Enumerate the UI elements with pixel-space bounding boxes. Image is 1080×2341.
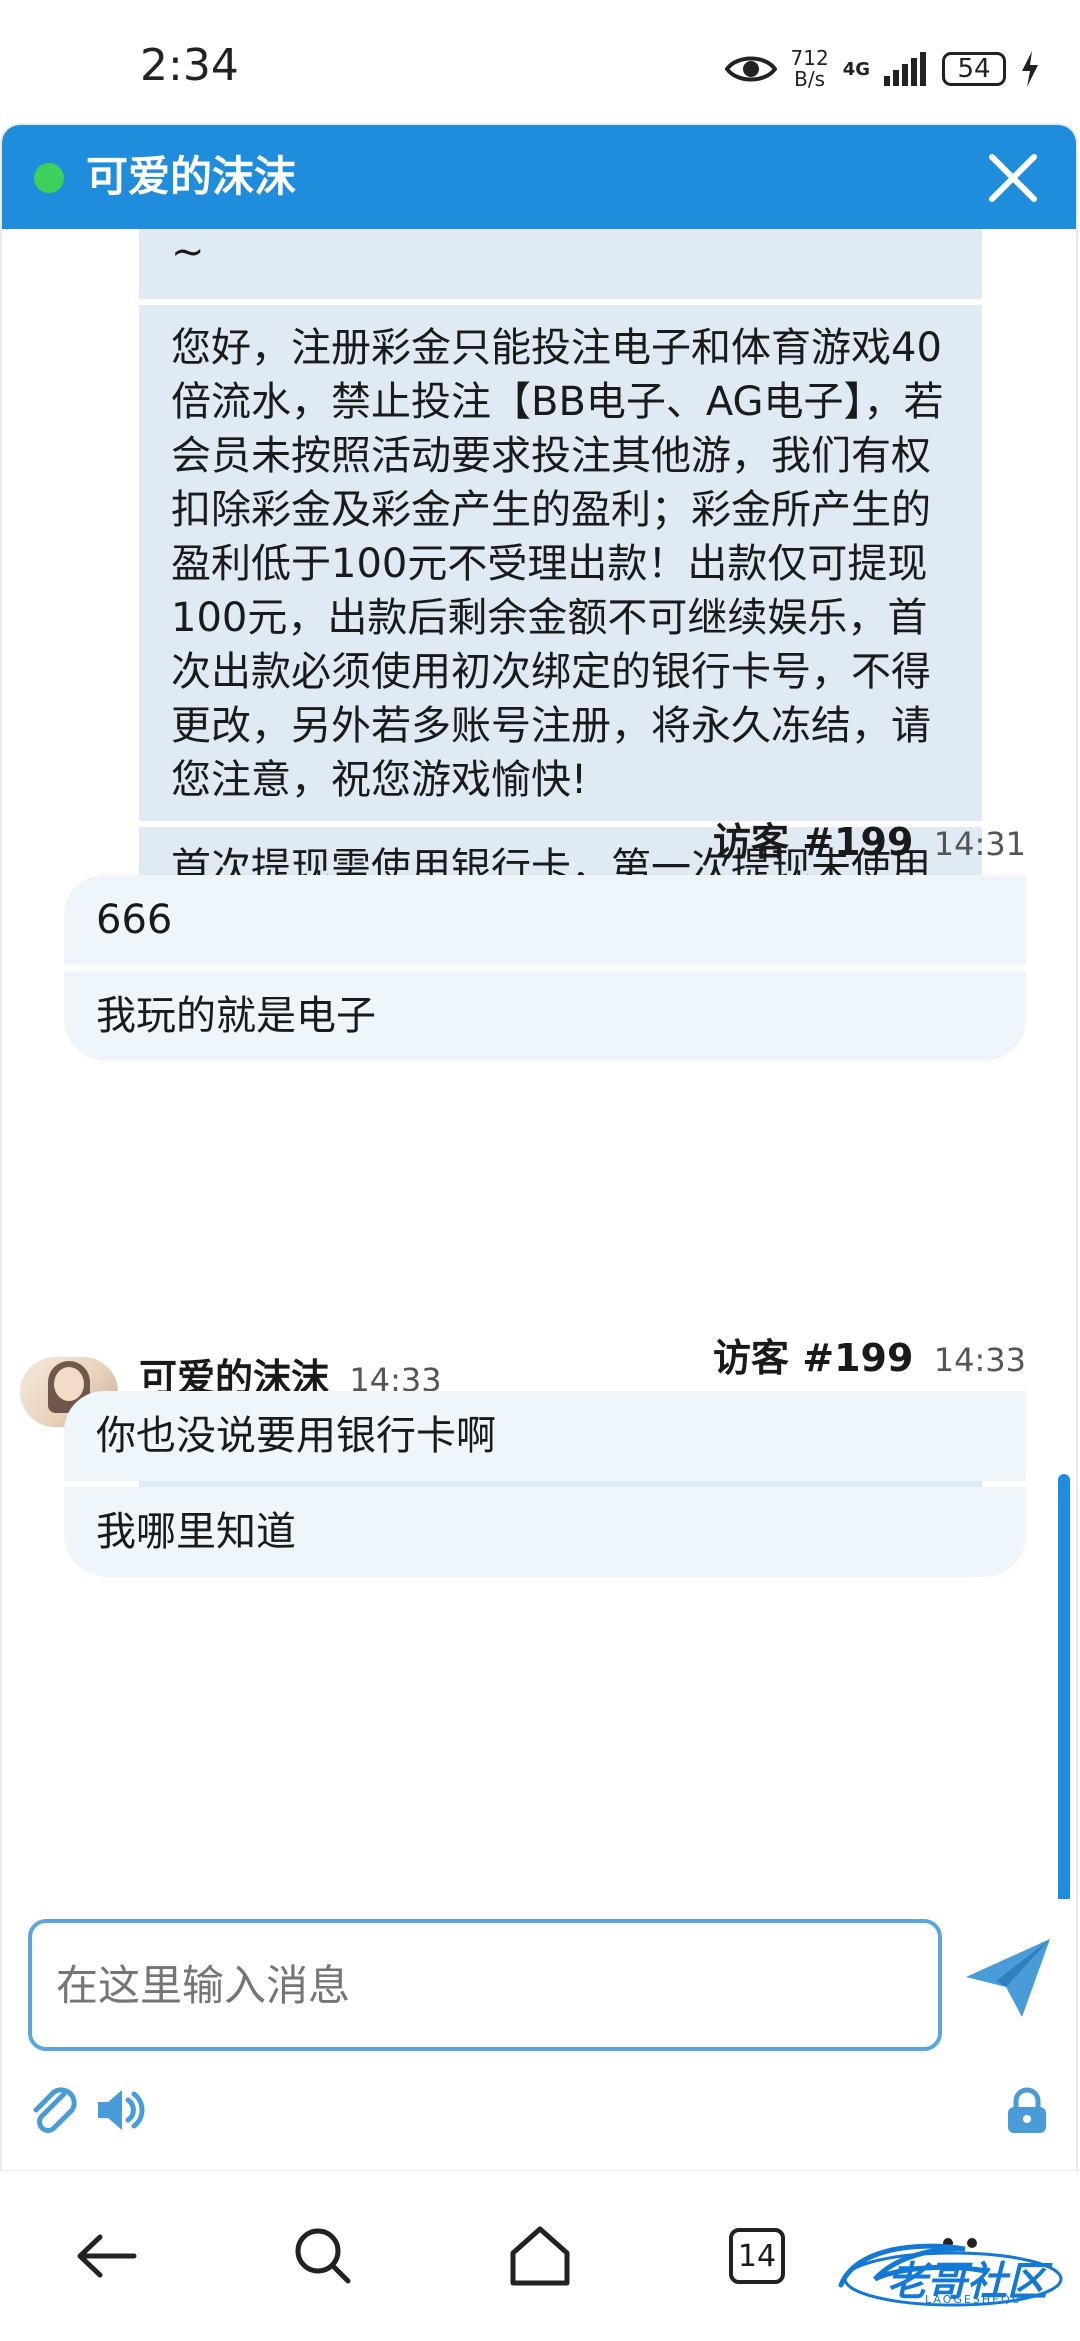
eye-icon [724, 56, 777, 82]
signal-icon [884, 52, 926, 86]
charging-icon [1022, 51, 1038, 87]
chat-window: 可爱的沫沫 ~ 您好，注册彩金只能投注电子和体育游戏40倍流水，禁止投注【BB电… [2, 125, 1076, 2170]
site-watermark: 老哥社区 LAOGESHEQU [835, 2235, 1065, 2307]
home-icon[interactable] [505, 2221, 575, 2291]
tabs-icon: 14 [729, 2228, 785, 2284]
back-icon[interactable] [72, 2221, 142, 2291]
net-speed: 712 B/s [790, 46, 829, 91]
chat-header: 可爱的沫沫 [2, 125, 1076, 229]
close-icon[interactable] [986, 151, 1040, 205]
online-status-dot [34, 163, 64, 193]
send-icon[interactable] [962, 1935, 1054, 2021]
visitor-message-group: 666 我玩的就是电子 [64, 875, 1026, 1061]
message-bubble: ~ [139, 229, 982, 299]
status-bar: 2:34 712 B/s 4G 54 [0, 0, 1080, 125]
chat-title: 可爱的沫沫 [86, 152, 297, 201]
message-bubble: 我玩的就是电子 [64, 971, 1026, 1061]
battery-icon: 54 [942, 52, 1006, 86]
message-input[interactable] [28, 1919, 942, 2051]
message-bubble: 你也没说要用银行卡啊 [64, 1391, 1026, 1481]
visitor-meta: 访客 #199 14:33 [713, 1336, 1026, 1380]
sound-icon[interactable] [94, 2084, 146, 2136]
message-list[interactable]: ~ 您好，注册彩金只能投注电子和体育游戏40倍流水，禁止投注【BB电子、AG电子… [2, 229, 1076, 1899]
message-bubble: 666 [64, 875, 1026, 965]
message-bubble: 您好，注册彩金只能投注电子和体育游戏40倍流水，禁止投注【BB电子、AG电子】，… [139, 305, 982, 821]
scrollbar[interactable] [1058, 1474, 1070, 1899]
visitor-message-group: 你也没说要用银行卡啊 我哪里知道 [64, 1391, 1026, 1577]
message-bubble: 我哪里知道 [64, 1487, 1026, 1577]
tabs-button[interactable]: 14 [722, 2221, 792, 2291]
visitor-meta: 访客 #199 14:31 [713, 820, 1026, 864]
network-type: 4G [842, 58, 870, 80]
composer [2, 1899, 1076, 2170]
status-time: 2:34 [140, 40, 239, 91]
search-icon[interactable] [288, 2221, 358, 2291]
lock-icon[interactable] [1006, 2087, 1048, 2135]
status-icons: 712 B/s 4G 54 [724, 44, 1041, 94]
attach-icon[interactable] [28, 2084, 80, 2136]
